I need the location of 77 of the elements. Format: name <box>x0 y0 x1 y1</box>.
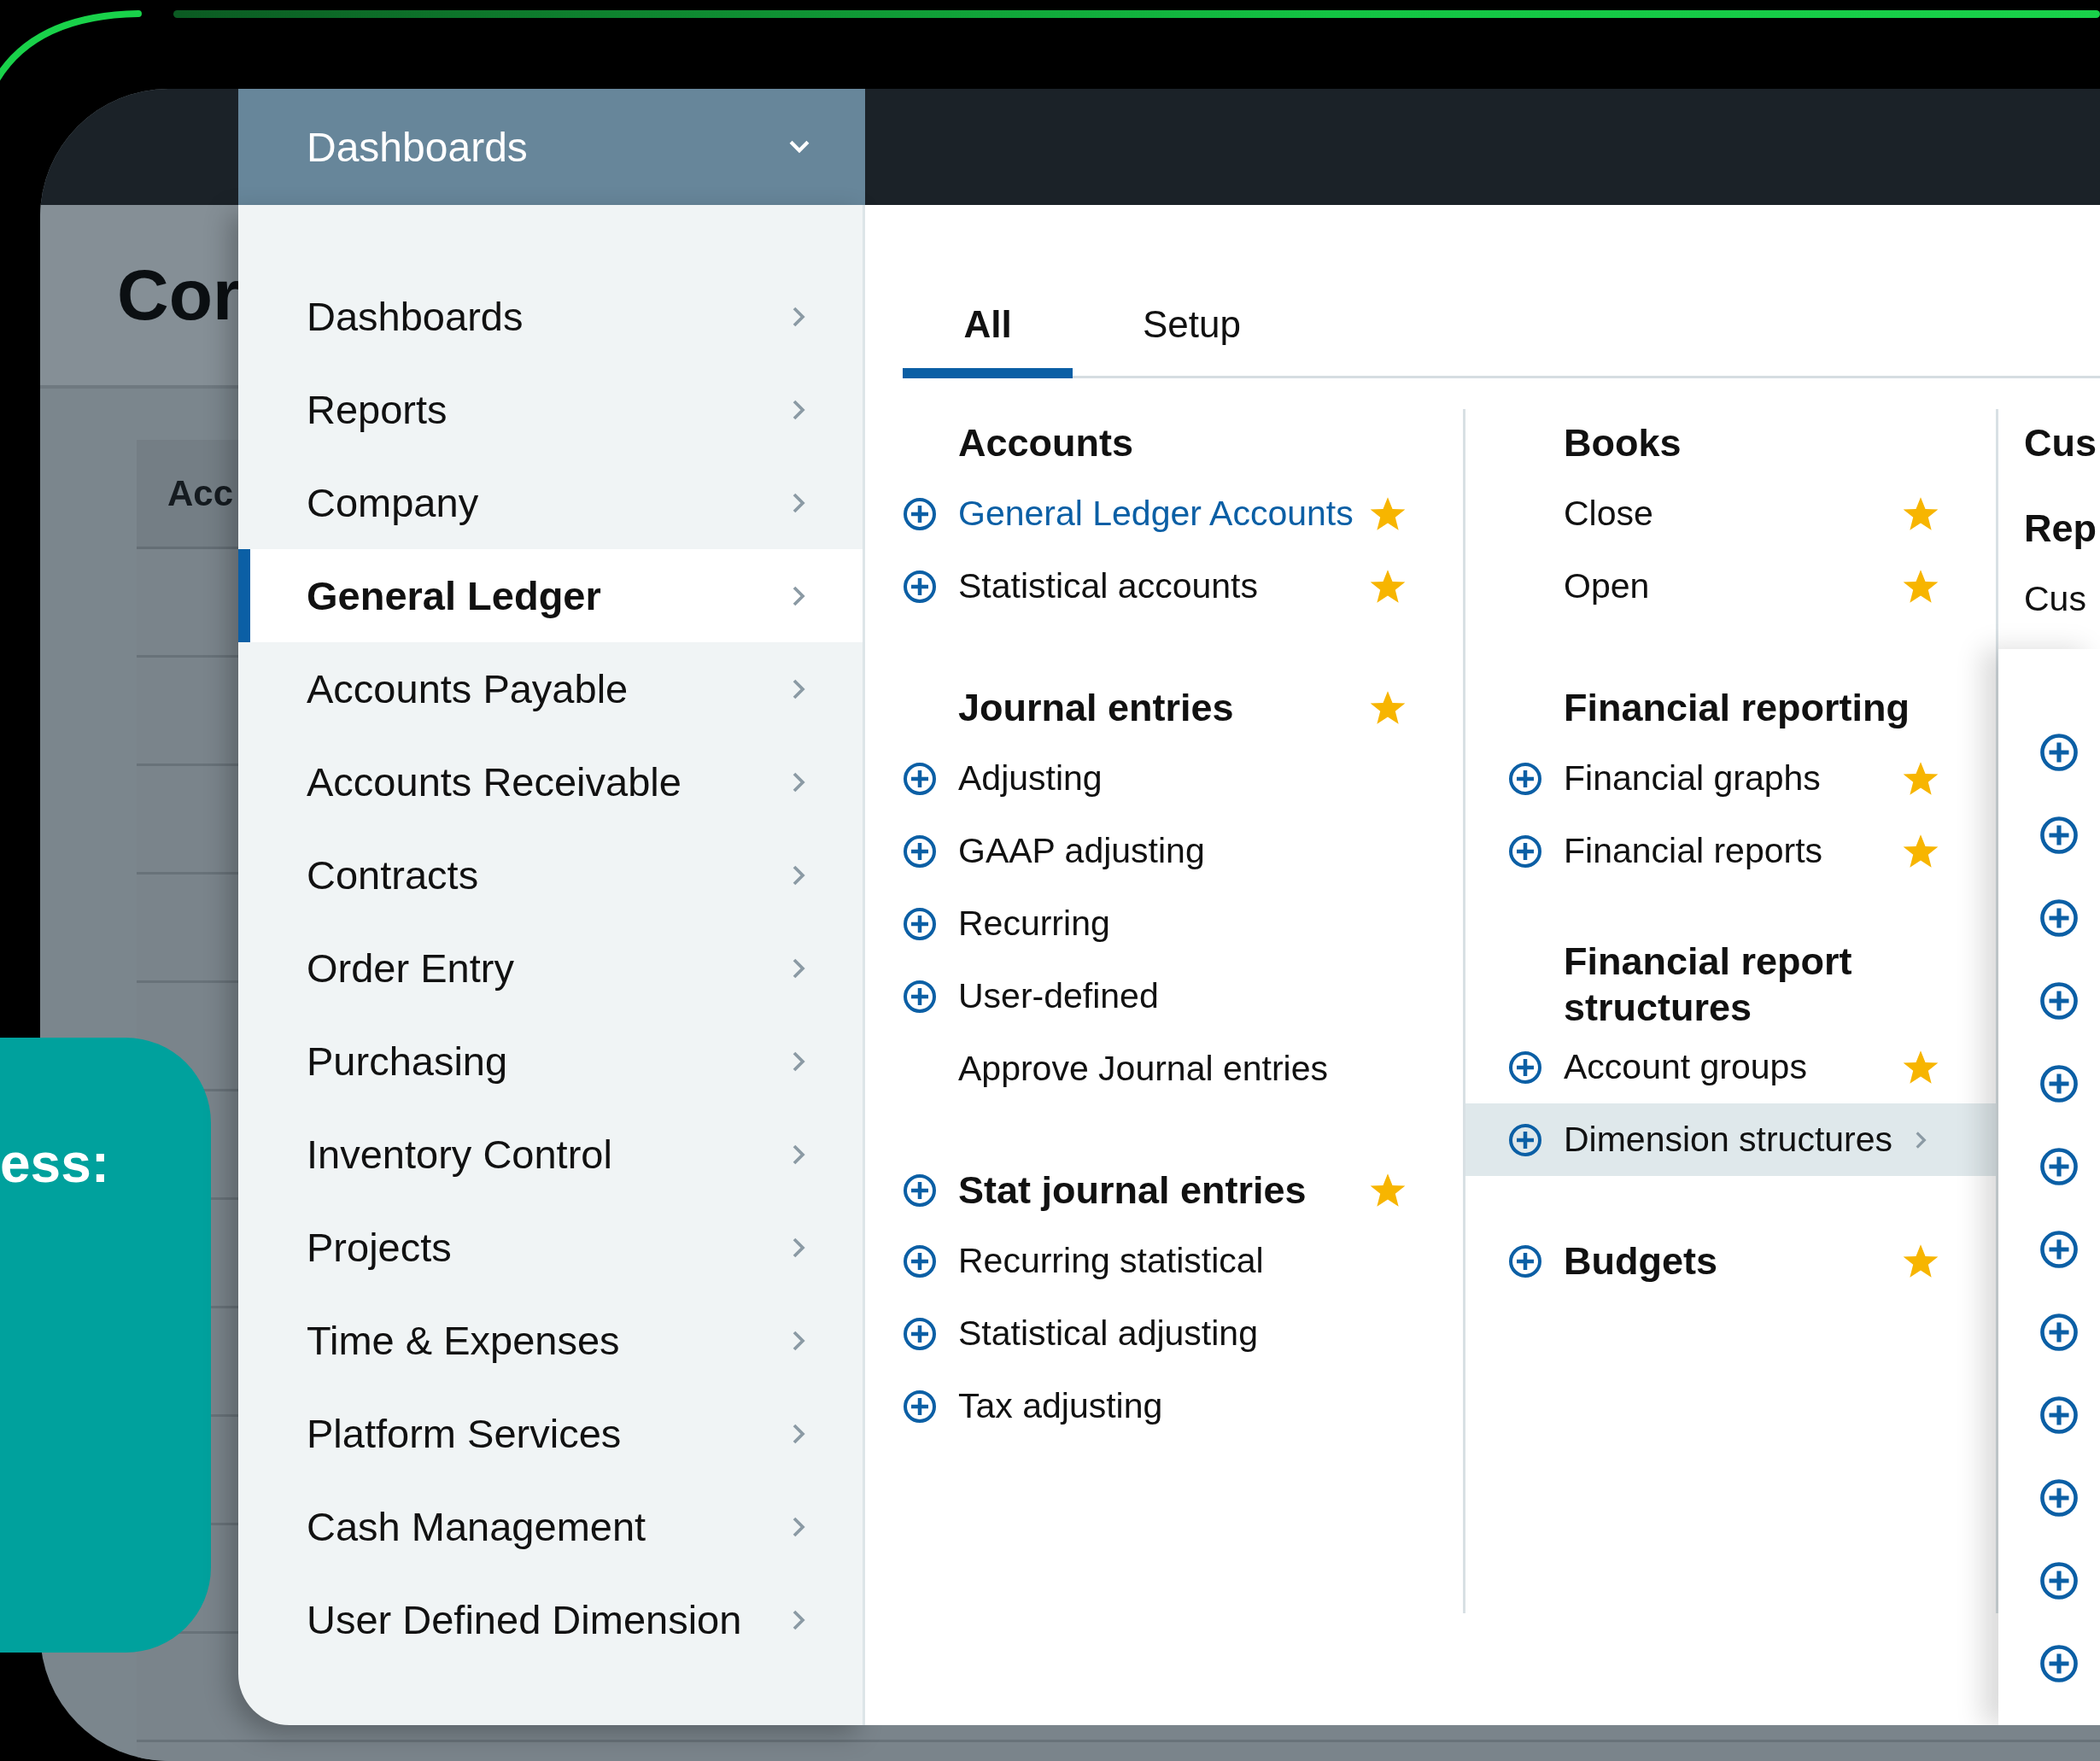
star-icon[interactable] <box>1369 689 1407 727</box>
section-heading[interactable]: Accounts <box>903 409 1463 477</box>
nav-item[interactable]: User Defined Dimension <box>238 1573 863 1666</box>
menu-item[interactable]: User-defined <box>903 960 1463 1033</box>
star-icon[interactable] <box>1902 1243 1939 1280</box>
add-icon[interactable] <box>2039 1146 2079 1186</box>
section-heading[interactable]: Budgets <box>1465 1227 1996 1296</box>
add-icon[interactable] <box>2039 1643 2079 1683</box>
section-heading[interactable]: Cus <box>1998 409 2100 477</box>
add-icon[interactable] <box>903 834 937 869</box>
menu-item[interactable]: GAAP adjusting <box>903 815 1463 887</box>
add-icon[interactable] <box>2039 1477 2079 1518</box>
add-icon[interactable] <box>2039 1229 2079 1269</box>
add-icon[interactable] <box>2039 980 2079 1021</box>
section-heading[interactable]: Stat journal entries <box>903 1156 1463 1225</box>
section-heading[interactable]: Journal entries <box>903 674 1463 742</box>
menu-item[interactable]: Financial reports <box>1465 815 1996 887</box>
nav-item[interactable]: General Ledger <box>238 549 863 642</box>
callout-text: ess: <box>0 1132 110 1195</box>
add-icon[interactable] <box>903 1316 937 1351</box>
section-heading[interactable]: Financial report structures <box>1465 939 1996 1031</box>
nav-item[interactable]: Accounts Receivable <box>238 735 863 828</box>
menu-item[interactable]: Open <box>1465 550 1996 623</box>
nav-item[interactable]: Order Entry <box>238 921 863 1015</box>
add-icon[interactable] <box>2039 732 2079 772</box>
add-icon[interactable] <box>1508 1244 1542 1278</box>
nav-item[interactable]: Platform Services <box>238 1387 863 1480</box>
menu-item[interactable]: Financial graphs <box>1465 742 1996 815</box>
menu-item[interactable]: Close <box>1465 477 1996 550</box>
add-icon[interactable] <box>903 496 937 531</box>
nav-item[interactable]: Inventory Control <box>238 1108 863 1201</box>
menu-item[interactable]: Statistical accounts <box>903 550 1463 623</box>
menu-item[interactable]: Dimension structures <box>1465 1103 1996 1176</box>
nav-item[interactable]: Dashboards <box>238 270 863 363</box>
nav-item[interactable]: Contracts <box>238 828 863 921</box>
menu-item[interactable]: Recurring <box>903 887 1463 960</box>
menu-item[interactable]: Account groups <box>1465 1031 1996 1103</box>
add-icon[interactable] <box>2039 1395 2079 1435</box>
add-icon[interactable] <box>903 1173 937 1208</box>
nav-item[interactable]: Time & Expenses <box>238 1294 863 1387</box>
menu-item[interactable]: Adjusting <box>903 742 1463 815</box>
menu-item[interactable]: Tax adjusting <box>903 1370 1463 1442</box>
add-icon[interactable] <box>2039 815 2079 855</box>
menu-item[interactable]: General Ledger Accounts <box>903 477 1463 550</box>
add-icon[interactable] <box>2039 1560 2079 1600</box>
add-icon[interactable] <box>903 761 937 796</box>
nav-item[interactable]: Company <box>238 456 863 549</box>
menu-item[interactable]: Approve Journal entries <box>903 1033 1463 1105</box>
page-title: Cor <box>117 254 241 336</box>
section-heading[interactable]: Financial reporting <box>1465 674 1996 742</box>
menu-item[interactable]: Recurring statistical <box>903 1225 1463 1297</box>
add-icon[interactable] <box>903 979 937 1014</box>
add-icon[interactable] <box>2039 1312 2079 1352</box>
nav-item[interactable]: Projects <box>238 1201 863 1294</box>
star-icon[interactable] <box>1369 1172 1407 1209</box>
menu-item[interactable]: Statistical adjusting <box>903 1297 1463 1370</box>
add-icon[interactable] <box>903 569 937 604</box>
add-icon[interactable] <box>903 1243 937 1278</box>
add-icon[interactable] <box>1508 1122 1542 1157</box>
add-icon[interactable] <box>903 1389 937 1424</box>
add-icon[interactable] <box>2039 898 2079 938</box>
add-icon[interactable] <box>2039 1063 2079 1103</box>
nav-item[interactable]: Reports <box>238 363 863 456</box>
section-heading[interactable]: Books <box>1465 409 1996 477</box>
section-heading[interactable]: Rep <box>1998 494 2100 563</box>
add-icon[interactable] <box>903 906 937 941</box>
nav-item[interactable]: Cash Management <box>238 1480 863 1573</box>
add-icon[interactable] <box>1508 761 1542 796</box>
tab[interactable]: Setup <box>1107 290 1277 378</box>
column-header: Acc <box>167 472 234 514</box>
menu-item[interactable]: Cus <box>1998 563 2100 635</box>
add-icon[interactable] <box>1508 1050 1542 1085</box>
nav-item[interactable]: Accounts Payable <box>238 642 863 735</box>
tab[interactable]: All <box>903 290 1073 378</box>
nav-item[interactable]: Purchasing <box>238 1015 863 1108</box>
add-icon[interactable] <box>1508 834 1542 869</box>
module-dropdown[interactable]: Dashboards <box>238 89 865 205</box>
